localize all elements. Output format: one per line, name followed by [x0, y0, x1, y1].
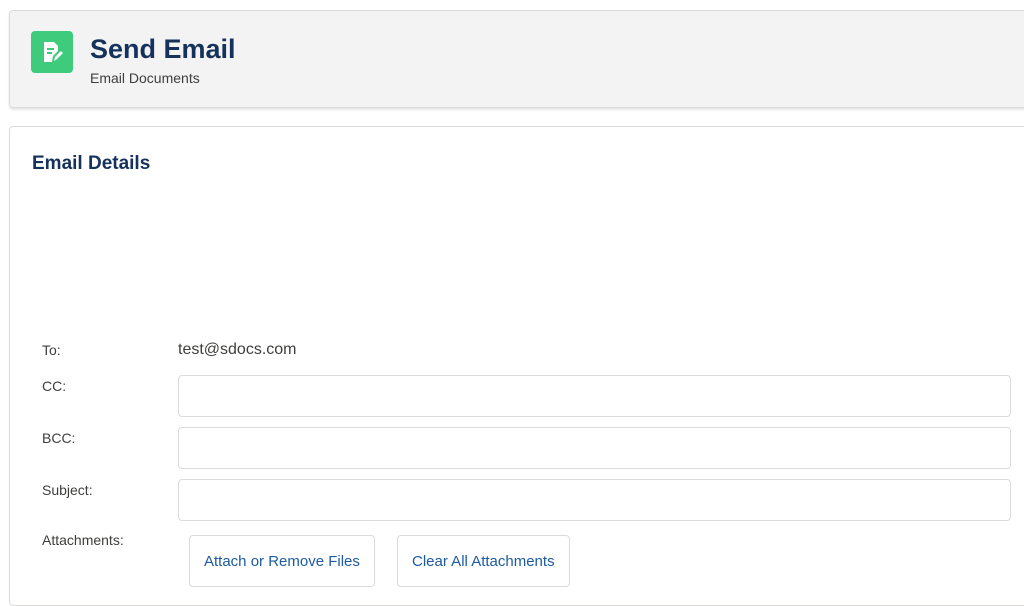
document-edit-icon — [31, 31, 73, 73]
bcc-input[interactable] — [178, 427, 1011, 469]
cc-label: CC: — [42, 378, 67, 394]
section-title: Email Details — [32, 153, 151, 174]
cc-input[interactable] — [178, 375, 1011, 417]
subject-input[interactable] — [178, 479, 1011, 521]
subject-label: Subject: — [42, 482, 93, 498]
page-subtitle: Email Documents — [90, 70, 200, 86]
attach-files-button[interactable]: Attach or Remove Files — [189, 535, 375, 587]
to-value: test@sdocs.com — [178, 341, 297, 358]
clear-attachments-button[interactable]: Clear All Attachments — [397, 535, 570, 587]
bcc-label: BCC: — [42, 430, 76, 446]
page-header: Send Email Email Documents — [9, 10, 1024, 108]
to-label: To: — [42, 342, 61, 358]
page-title: Send Email — [90, 34, 236, 64]
email-details-card: Email Details To: test@sdocs.com CC: BCC… — [9, 126, 1024, 606]
attachments-label: Attachments: — [42, 532, 124, 548]
